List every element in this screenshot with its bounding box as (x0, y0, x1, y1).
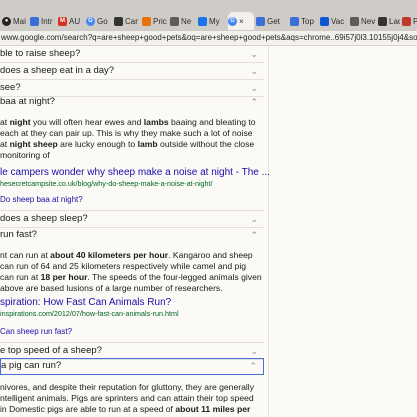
page-icon (198, 16, 207, 26)
question-row-run-fast[interactable]: run fast? ⌃ (0, 227, 264, 243)
gmail-icon: M (58, 16, 67, 26)
question-text: does a sheep eat in a day? (0, 65, 115, 76)
address-url[interactable]: www.google.com/search?q=are+sheep+good+p… (0, 33, 417, 42)
question-text: e top speed of a sheep? (0, 345, 102, 356)
question-row-baa-at-night[interactable]: baa at night? ⌃ (0, 94, 264, 110)
tab-label: Go (97, 16, 108, 26)
tab-label: Car (125, 16, 138, 26)
browser-tab[interactable]: Car (114, 12, 140, 30)
browser-tab[interactable]: My (198, 12, 226, 30)
question-text: baa at night? (0, 96, 55, 107)
page-icon (402, 16, 411, 26)
page-icon (114, 16, 123, 26)
browser-tab[interactable]: G Go (86, 12, 112, 30)
column-divider (268, 46, 269, 417)
chevron-down-icon: ⌄ (250, 214, 258, 224)
page-icon (378, 16, 387, 26)
browser-tab[interactable]: Pc (402, 12, 417, 30)
chevron-up-icon: ⌃ (249, 361, 257, 371)
browser-tab[interactable]: M AU (58, 12, 84, 30)
search-link-label: Can sheep run fast? (0, 327, 73, 336)
browser-tab[interactable]: Intr (30, 12, 56, 30)
page-icon (170, 16, 179, 26)
browser-tab[interactable]: Vac (320, 12, 348, 30)
browser-tab[interactable]: Get (256, 12, 286, 30)
google-icon: G (86, 16, 95, 26)
question-text: see? (0, 82, 21, 93)
tab-label: × (239, 16, 244, 26)
tab-label: Vac (331, 16, 345, 26)
chevron-down-icon: ⌄ (250, 346, 258, 356)
page-icon (256, 16, 265, 26)
browser-tab[interactable]: Nev (350, 12, 376, 30)
question-row-sheep-sleep[interactable]: does a sheep sleep? ⌄ (0, 210, 264, 228)
source-link-run[interactable]: spiration: How Fast Can Animals Run? (0, 297, 171, 308)
page-icon (30, 16, 39, 26)
tab-label: Get (267, 16, 280, 26)
search-for-run[interactable]: Can sheep run fast? (0, 327, 72, 336)
question-row-pig-run[interactable]: a pig can run? ⌃ (0, 358, 264, 375)
page-icon (290, 16, 299, 26)
page-icon (350, 16, 359, 26)
tab-label: Ne (181, 16, 192, 26)
tab-label: Top (301, 16, 314, 26)
google-icon: G (228, 16, 237, 26)
browser-tab[interactable]: G × (228, 12, 254, 30)
browser-tab[interactable]: ● Mai (2, 12, 28, 30)
question-row-sheep-eat[interactable]: does a sheep eat in a day? ⌄ (0, 63, 264, 80)
question-text: ble to raise sheep? (0, 48, 81, 59)
search-link-label: Do sheep baa at night? (0, 195, 83, 204)
question-text: does a sheep sleep? (0, 213, 88, 224)
tab-label: Mai (13, 16, 26, 26)
address-bar[interactable]: www.google.com/search?q=are+sheep+good+p… (0, 31, 417, 46)
tab-label: Pric (153, 16, 167, 26)
tab-strip: ● Mai Intr M AU G Go Car Pric Ne My G × Get Top Vac Nev L… (0, 0, 417, 33)
source-url-baa: hesecretcampsite.co.uk/blog/why-do-sheep… (0, 179, 213, 188)
answer-run: nt can run at about 40 kilometers per ho… (0, 250, 262, 293)
browser-window: ● Mai Intr M AU G Go Car Pric Ne My G × Get Top Vac Nev L… (0, 0, 417, 417)
chevron-up-icon: ⌃ (250, 97, 258, 107)
source-link-baa[interactable]: le campers wonder why sheep make a noise… (0, 167, 270, 178)
tab-label: AU (69, 16, 81, 26)
tab-label: Nev (361, 16, 376, 26)
tab-label: Lac (389, 16, 400, 26)
page-icon (320, 16, 329, 26)
browser-tab[interactable]: Ne (170, 12, 196, 30)
tab-label: Intr (41, 16, 53, 26)
chevron-up-icon: ⌃ (250, 230, 258, 240)
answer-baa: at night you will often hear ewes and la… (0, 117, 256, 160)
tab-label: My (209, 16, 220, 26)
question-text: run fast? (0, 229, 37, 240)
tab-label: Pc (413, 16, 417, 26)
browser-tab[interactable]: Lac (378, 12, 400, 30)
search-for-baa[interactable]: Do sheep baa at night? (0, 195, 83, 204)
search-results: ble to raise sheep? ⌄ does a sheep eat i… (0, 46, 417, 417)
question-text: a pig can run? (1, 360, 62, 371)
answer-pig: nivores, and despite their reputation fo… (0, 382, 254, 417)
browser-tab[interactable]: Top (290, 12, 318, 30)
question-row-raise-sheep[interactable]: ble to raise sheep? ⌄ (0, 46, 264, 63)
chevron-down-icon: ⌄ (250, 49, 258, 59)
chevron-down-icon: ⌄ (250, 66, 258, 76)
github-icon: ● (2, 16, 11, 26)
page-icon (142, 16, 151, 26)
browser-tab[interactable]: Pric (142, 12, 168, 30)
source-url-run: inspirations.com/2012/07/how-fast-can-an… (0, 309, 179, 318)
